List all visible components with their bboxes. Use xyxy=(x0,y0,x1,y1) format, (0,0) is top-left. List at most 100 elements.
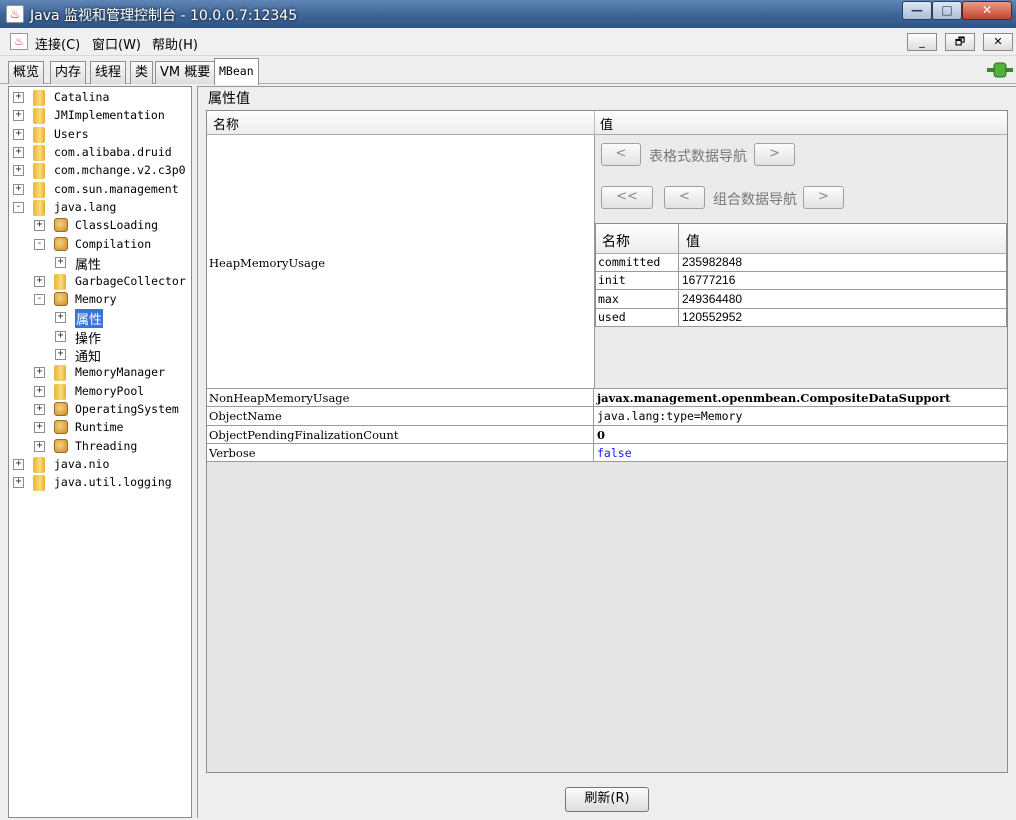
tree-node[interactable]: - Memory xyxy=(9,291,191,309)
tree-node-label: ClassLoading xyxy=(75,218,159,233)
column-header-value[interactable]: 值 xyxy=(600,114,613,133)
collapse-icon[interactable]: - xyxy=(13,202,24,214)
tab-overview[interactable]: 概览 xyxy=(8,61,45,84)
attribute-value: javax.management.openmbean.CompositeData… xyxy=(597,391,951,405)
table-row[interactable]: ObjectPendingFinalizationCount 0 xyxy=(207,425,1007,444)
folder-icon xyxy=(54,365,66,382)
table-row[interactable]: NonHeapMemoryUsage javax.management.openm… xyxy=(207,389,1007,408)
mbean-tree[interactable]: + Catalina + JMImplementation + Users + com.ali… xyxy=(8,86,192,818)
expand-icon[interactable]: + xyxy=(34,403,45,415)
tree-node-label: java.lang xyxy=(54,200,117,215)
expand-icon[interactable]: + xyxy=(55,257,66,269)
tab-classes[interactable]: 类 xyxy=(130,61,154,84)
tree-node-label: Users xyxy=(54,126,89,141)
attribute-name: ObjectName xyxy=(209,409,282,424)
tabular-next-button[interactable]: > xyxy=(754,143,795,166)
tree-node[interactable]: + java.util.logging xyxy=(9,474,191,492)
expand-icon[interactable]: + xyxy=(34,220,45,232)
expand-icon[interactable]: + xyxy=(13,165,24,177)
tree-node[interactable]: + 通知 xyxy=(9,346,191,365)
tree-node[interactable]: - java.lang xyxy=(9,199,191,217)
column-header-name[interactable]: 名称 xyxy=(213,114,239,133)
expand-icon[interactable]: + xyxy=(13,477,24,489)
composite-key: init xyxy=(598,273,626,288)
expand-icon[interactable]: + xyxy=(34,385,45,397)
tree-node[interactable]: + GarbageCollector xyxy=(9,273,191,291)
menu-help[interactable]: 帮助(H) xyxy=(152,34,198,53)
composite-first-button[interactable]: << xyxy=(601,186,653,209)
composite-table: 名称 值 committed 235982848 init 16777216 max 24… xyxy=(595,223,1007,327)
tree-node[interactable]: + com.mchange.v2.c3p0 xyxy=(9,162,191,180)
tree-node[interactable]: + ClassLoading xyxy=(9,217,191,235)
tree-node-label: Runtime xyxy=(75,420,124,435)
composite-value: 16777216 xyxy=(682,273,736,288)
tree-node[interactable]: + OperatingSystem xyxy=(9,401,191,419)
folder-icon xyxy=(33,163,45,180)
composite-prev-button[interactable]: < xyxy=(664,186,705,209)
table-row[interactable]: ObjectName java.lang:type=Memory xyxy=(207,407,1007,426)
refresh-button[interactable]: 刷新(R) xyxy=(565,787,649,812)
folder-icon xyxy=(33,126,45,143)
folder-icon xyxy=(33,457,45,473)
attribute-name: HeapMemoryUsage xyxy=(209,256,326,270)
maximize-button[interactable]: □ xyxy=(932,1,962,20)
expand-icon[interactable]: + xyxy=(34,422,45,434)
composite-header-value[interactable]: 值 xyxy=(686,231,700,251)
tree-node[interactable]: + com.alibaba.druid xyxy=(9,144,191,162)
tab-vm-summary[interactable]: VM 概要 xyxy=(155,61,216,84)
tree-node[interactable]: + com.sun.management xyxy=(9,181,191,199)
collapse-icon[interactable]: - xyxy=(34,293,45,305)
composite-nav-label: 组合数据导航 xyxy=(713,192,797,208)
expand-icon[interactable]: + xyxy=(13,110,24,122)
tree-node[interactable]: + 属性 xyxy=(9,254,191,273)
tree-node[interactable]: + MemoryPool xyxy=(9,383,191,401)
expand-icon[interactable]: + xyxy=(13,459,24,470)
expand-icon[interactable]: + xyxy=(55,330,66,342)
tree-node[interactable]: + Threading xyxy=(9,438,191,456)
tree-node[interactable]: + java.nio xyxy=(9,456,191,474)
tree-node[interactable]: + JMImplementation xyxy=(9,107,191,125)
inner-restore-button[interactable]: 🗗 xyxy=(945,33,975,51)
bean-icon xyxy=(54,401,68,416)
expand-icon[interactable]: + xyxy=(13,147,24,159)
expand-icon[interactable]: + xyxy=(34,275,45,287)
tree-node[interactable]: + Catalina xyxy=(9,89,191,107)
tree-node-label: Catalina xyxy=(54,90,110,104)
composite-row[interactable]: used 120552952 xyxy=(596,308,1006,327)
tree-node[interactable]: + 属性 xyxy=(9,309,191,329)
composite-next-button[interactable]: > xyxy=(803,186,844,209)
expand-icon[interactable]: + xyxy=(34,440,45,452)
expand-icon[interactable]: + xyxy=(13,92,24,103)
composite-header-name[interactable]: 名称 xyxy=(602,231,630,251)
close-button[interactable]: ✕ xyxy=(962,1,1012,20)
expand-icon[interactable]: + xyxy=(55,348,66,360)
composite-row[interactable]: committed 235982848 xyxy=(596,254,1006,272)
tree-node-label: Memory xyxy=(75,291,117,306)
tab-mbean[interactable]: MBean xyxy=(214,58,259,85)
tree-node[interactable]: + MemoryManager xyxy=(9,364,191,382)
menu-connect[interactable]: 连接(C) xyxy=(35,34,80,53)
attribute-name: ObjectPendingFinalizationCount xyxy=(209,427,399,442)
expand-icon[interactable]: + xyxy=(55,312,66,324)
composite-row[interactable]: init 16777216 xyxy=(596,272,1006,291)
tree-node[interactable]: - Compilation xyxy=(9,236,191,254)
collapse-icon[interactable]: - xyxy=(34,238,45,250)
minimize-button[interactable]: — xyxy=(902,1,932,20)
inner-close-button[interactable]: ✕ xyxy=(983,33,1013,51)
expand-icon[interactable]: + xyxy=(13,128,24,140)
tabular-prev-button[interactable]: < xyxy=(601,143,641,166)
menu-window[interactable]: 窗口(W) xyxy=(92,34,141,53)
bean-icon xyxy=(54,438,68,453)
composite-row[interactable]: max 249364480 xyxy=(596,290,1006,309)
tab-threads[interactable]: 线程 xyxy=(90,61,127,84)
tree-node[interactable]: + Users xyxy=(9,126,191,144)
java-icon[interactable]: ♨ xyxy=(10,33,28,50)
tab-memory[interactable]: 内存 xyxy=(50,61,87,84)
table-row[interactable]: Verbose false xyxy=(207,443,1007,463)
inner-minimize-button[interactable]: _ xyxy=(907,33,937,51)
expand-icon[interactable]: + xyxy=(34,367,45,379)
tree-node[interactable]: + 操作 xyxy=(9,328,191,347)
tree-node[interactable]: + Runtime xyxy=(9,419,191,437)
table-row[interactable]: HeapMemoryUsage < 表格式数据导航 > << < 组合数据导航 … xyxy=(207,135,1007,389)
expand-icon[interactable]: + xyxy=(13,183,24,195)
